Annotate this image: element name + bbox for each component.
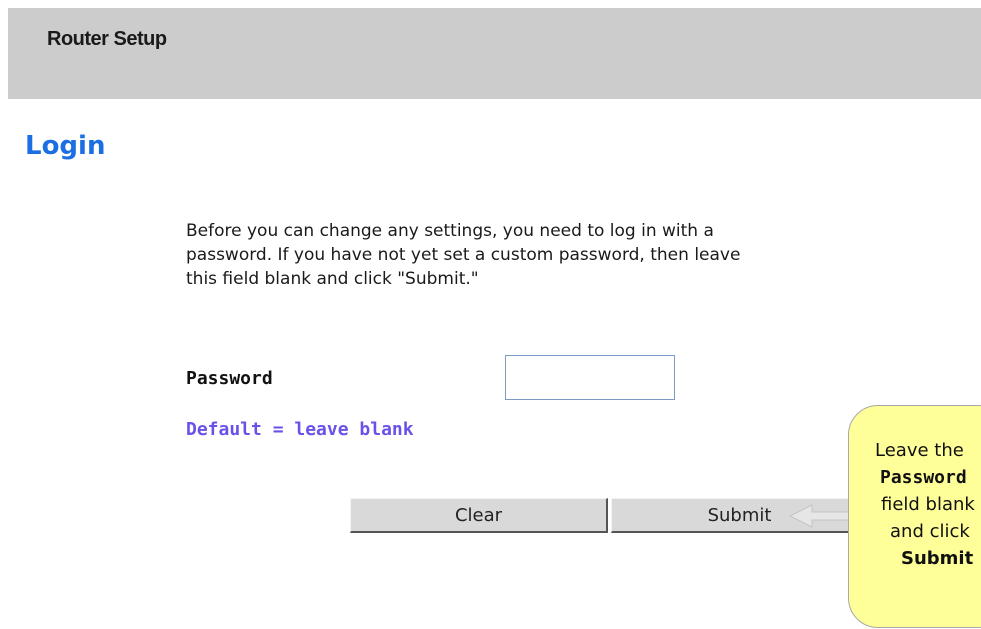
page-title: Login xyxy=(25,131,106,161)
callout-line: field blank xyxy=(881,494,975,515)
header-bar: Router Setup xyxy=(8,8,981,99)
callout-line: and click xyxy=(890,521,970,542)
callout-line: Submit xyxy=(901,548,974,569)
callout-line: Password xyxy=(880,467,967,488)
password-input[interactable] xyxy=(505,355,675,400)
password-label: Password xyxy=(186,368,273,389)
callout-text: Leave the Password field blank and click… xyxy=(848,437,981,572)
intro-text: Before you can change any settings, you … xyxy=(186,219,981,291)
password-default-hint: Default = leave blank xyxy=(186,419,414,440)
intro-line: this field blank and click "Submit." xyxy=(186,269,479,289)
app-title: Router Setup xyxy=(47,28,167,50)
intro-line: password. If you have not yet set a cust… xyxy=(186,245,741,265)
callout-line: Leave the xyxy=(875,440,964,461)
clear-button[interactable]: Clear xyxy=(350,498,608,533)
intro-line: Before you can change any settings, you … xyxy=(186,221,714,241)
